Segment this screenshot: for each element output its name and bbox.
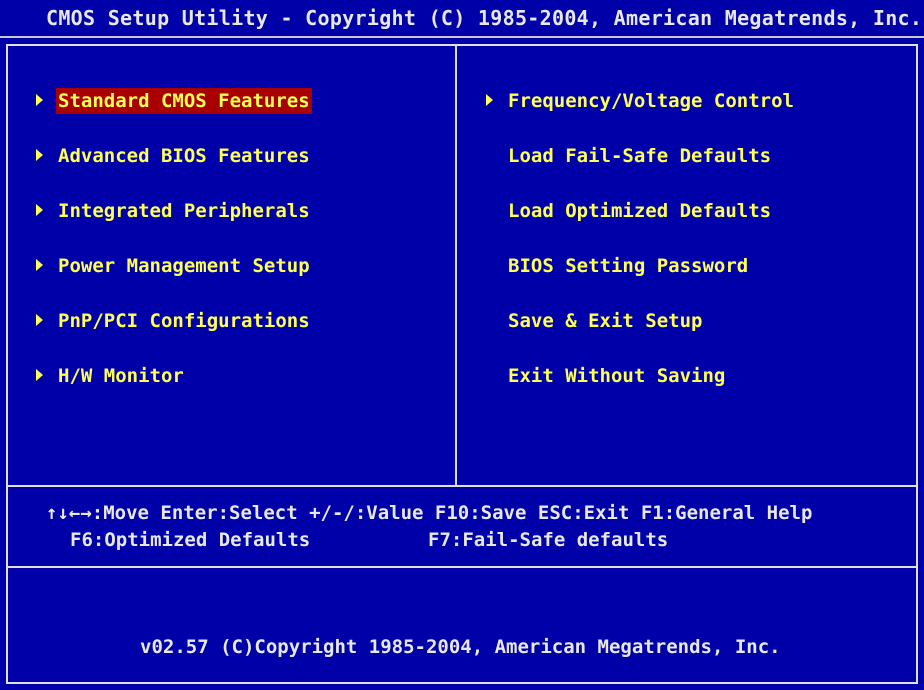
title-text: CMOS Setup Utility - Copyright (C) 1985-… bbox=[46, 6, 923, 30]
column-divider bbox=[455, 46, 457, 486]
menu-item-label: Integrated Peripherals bbox=[58, 200, 310, 222]
submenu-arrow-icon bbox=[36, 148, 43, 161]
menu-item-load-optimized-defaults[interactable]: Load Optimized Defaults bbox=[506, 198, 773, 224]
submenu-arrow-icon bbox=[486, 93, 493, 106]
menu-item-label: H/W Monitor bbox=[58, 365, 184, 387]
menu-item-power-management-setup[interactable]: Power Management Setup bbox=[36, 253, 312, 279]
menu-help-divider bbox=[6, 485, 918, 487]
help-optimized-defaults: F6:Optimized Defaults bbox=[70, 529, 311, 551]
menu-item-pnp-pci-configurations[interactable]: PnP/PCI Configurations bbox=[36, 308, 312, 334]
menu-item-exit-without-saving[interactable]: Exit Without Saving bbox=[506, 363, 727, 389]
menu-item-hw-monitor[interactable]: H/W Monitor bbox=[36, 363, 186, 389]
menu-item-label: Save & Exit Setup bbox=[508, 310, 703, 332]
menu-item-integrated-peripherals[interactable]: Integrated Peripherals bbox=[36, 198, 312, 224]
menu-item-label: Load Optimized Defaults bbox=[508, 200, 772, 222]
menu-item-label: Load Fail-Safe Defaults bbox=[508, 145, 772, 167]
footer-copyright: v02.57 (C)Copyright 1985-2004, American … bbox=[140, 636, 781, 658]
help-line-keys: ↑↓←→:Move Enter:Select +/-/:Value F10:Sa… bbox=[46, 502, 813, 524]
submenu-arrow-icon bbox=[36, 203, 43, 216]
submenu-arrow-icon bbox=[36, 93, 43, 106]
menu-item-label: BIOS Setting Password bbox=[508, 255, 749, 277]
menu-item-save-exit-setup[interactable]: Save & Exit Setup bbox=[506, 308, 704, 334]
menu-item-advanced-bios-features[interactable]: Advanced BIOS Features bbox=[36, 143, 312, 169]
menu-item-bios-setting-password[interactable]: BIOS Setting Password bbox=[506, 253, 750, 279]
submenu-arrow-icon bbox=[36, 258, 43, 271]
title-bar: CMOS Setup Utility - Copyright (C) 1985-… bbox=[0, 0, 924, 38]
menu-item-label: Power Management Setup bbox=[58, 255, 310, 277]
menu-item-label: Frequency/Voltage Control bbox=[508, 90, 794, 112]
help-fail-safe-defaults: F7:Fail-Safe defaults bbox=[428, 529, 669, 551]
menu-item-label: Exit Without Saving bbox=[508, 365, 726, 387]
submenu-arrow-icon bbox=[36, 313, 43, 326]
menu-item-label: Advanced BIOS Features bbox=[58, 145, 310, 167]
menu-item-label: Standard CMOS Features bbox=[56, 88, 312, 114]
menu-item-standard-cmos-features[interactable]: Standard CMOS Features bbox=[36, 88, 312, 114]
help-footer-divider bbox=[6, 566, 918, 568]
menu-item-label: PnP/PCI Configurations bbox=[58, 310, 310, 332]
menu-item-frequency-voltage-control[interactable]: Frequency/Voltage Control bbox=[486, 88, 796, 114]
submenu-arrow-icon bbox=[36, 368, 43, 381]
menu-item-load-fail-safe-defaults[interactable]: Load Fail-Safe Defaults bbox=[506, 143, 773, 169]
